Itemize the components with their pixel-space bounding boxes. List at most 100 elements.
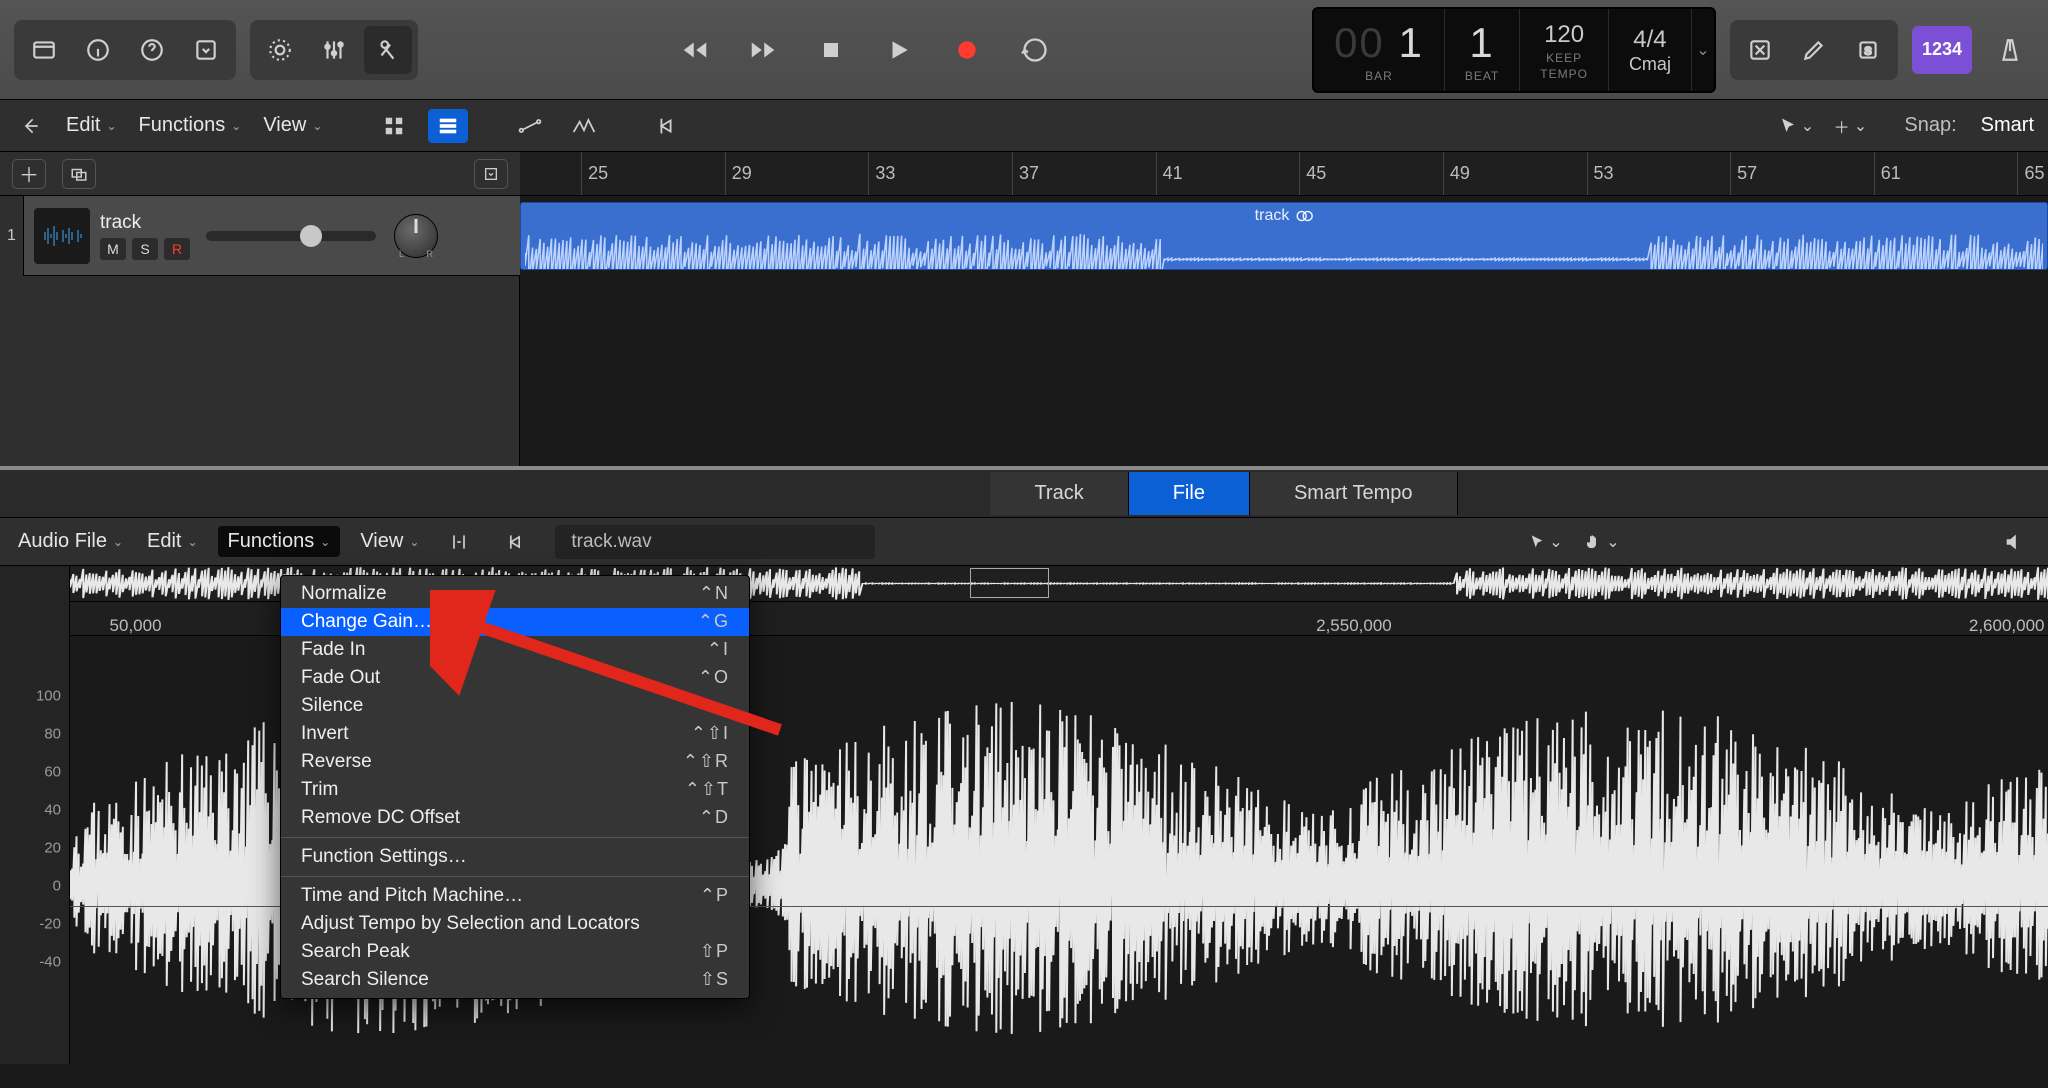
mute-button[interactable]: M [100, 238, 126, 260]
solo-button[interactable]: S [132, 238, 158, 260]
svg-text:S: S [1864, 45, 1871, 57]
notepad-icon[interactable] [1790, 26, 1838, 74]
arr-menu-view[interactable]: View⌄ [259, 110, 326, 141]
track-index: 1 [0, 196, 24, 276]
ruler-tick: 37 [1012, 152, 1039, 195]
smart-controls-group [250, 20, 418, 80]
overview-selection[interactable] [970, 568, 1049, 598]
sample-tick: 2,600,000 [1969, 602, 2045, 635]
master-meter-badge[interactable]: 1234 [1912, 26, 1972, 74]
transport-controls [666, 21, 1064, 79]
loop-browser-icon[interactable]: S [1844, 26, 1892, 74]
menu-item-time-and-pitch-machine[interactable]: Time and Pitch Machine…⌃P [281, 882, 749, 910]
ed-link-icon[interactable] [495, 525, 535, 559]
track-header[interactable]: track M S R LR [24, 196, 520, 276]
menu-item-adjust-tempo-by-selection-and-locators[interactable]: Adjust Tempo by Selection and Locators [281, 910, 749, 938]
list-editors-icon[interactable] [1736, 26, 1784, 74]
info-icon[interactable] [74, 26, 122, 74]
arr-menu-edit[interactable]: Edit⌄ [62, 110, 121, 141]
menu-item-trim[interactable]: Trim⌃⇧T [281, 776, 749, 804]
bar-ruler[interactable]: 2529333741454953576165 [520, 152, 2048, 195]
sample-tick: 50,000 [110, 602, 162, 635]
pan-knob[interactable]: LR [394, 214, 438, 258]
ed-menu-audiofile[interactable]: Audio File⌄ [14, 526, 127, 557]
lcd-sig: 4/4 [1629, 26, 1671, 54]
functions-context-menu: Normalize⌃NChange Gain…⌃GFade In⌃IFade O… [280, 575, 750, 999]
menu-item-function-settings[interactable]: Function Settings… [281, 843, 749, 871]
top-toolbar: 00 1BAR 1BEAT 120KEEPTEMPO 4/4Cmaj ⌄ S 1… [0, 0, 2048, 100]
menu-item-change-gain[interactable]: Change Gain…⌃G [281, 608, 749, 636]
mixer-icon[interactable] [310, 26, 358, 74]
forward-button[interactable] [734, 21, 792, 79]
ed-menu-view[interactable]: View⌄ [356, 526, 423, 557]
menu-item-remove-dc-offset[interactable]: Remove DC Offset⌃D [281, 804, 749, 832]
back-icon[interactable] [14, 109, 48, 143]
toolbar-dropdown-icon[interactable] [182, 26, 230, 74]
help-icon[interactable] [128, 26, 176, 74]
amplitude-gutter: 100806040200-20-40 [0, 566, 70, 1064]
add-tool-icon[interactable]: ＋⌄ [1830, 109, 1870, 143]
editor-tab-file[interactable]: File [1129, 472, 1250, 515]
menu-item-silence[interactable]: Silence [281, 692, 749, 720]
lcd-key: Cmaj [1629, 54, 1671, 75]
add-track-button[interactable]: ＋ [12, 159, 46, 189]
cycle-button[interactable] [1006, 21, 1064, 79]
ed-speaker-icon[interactable] [1994, 525, 2034, 559]
gutter-label: 20 [44, 840, 61, 857]
flex-icon[interactable] [564, 109, 604, 143]
catch-icon[interactable] [646, 109, 686, 143]
automation-icon[interactable] [510, 109, 550, 143]
rewind-button[interactable] [666, 21, 724, 79]
arrange-empty-area[interactable] [0, 276, 2048, 466]
editor-menu-bar: Audio File⌄ Edit⌄ Functions⌄ View⌄ track… [0, 518, 2048, 566]
track-region-area[interactable]: track [520, 196, 2048, 276]
menu-item-search-silence[interactable]: Search Silence⇧S [281, 966, 749, 994]
lcd-tempo-label: TEMPO [1540, 67, 1588, 81]
editors-icon[interactable] [364, 26, 412, 74]
volume-slider[interactable] [206, 231, 376, 241]
duplicate-track-button[interactable] [62, 159, 96, 189]
menu-item-search-peak[interactable]: Search Peak⇧P [281, 938, 749, 966]
snap-label: Snap: [1904, 114, 1956, 137]
stop-button[interactable] [802, 21, 860, 79]
region-waveform [525, 229, 2043, 270]
metronome-icon[interactable] [1986, 26, 2034, 74]
menu-item-invert[interactable]: Invert⌃⇧I [281, 720, 749, 748]
lcd-bar: 1 [1398, 19, 1423, 66]
global-tracks-button[interactable] [474, 159, 508, 189]
ed-menu-edit[interactable]: Edit⌄ [143, 526, 202, 557]
audio-region[interactable]: track [520, 202, 2048, 270]
lcd-chevron-icon[interactable]: ⌄ [1692, 9, 1714, 91]
gutter-label: 60 [44, 764, 61, 781]
ed-menu-functions[interactable]: Functions⌄ [218, 526, 341, 557]
menu-item-reverse[interactable]: Reverse⌃⇧R [281, 748, 749, 776]
lcd-display[interactable]: 00 1BAR 1BEAT 120KEEPTEMPO 4/4Cmaj ⌄ [1312, 7, 1716, 93]
record-button[interactable] [938, 21, 996, 79]
snap-value[interactable]: Smart [1981, 114, 2034, 137]
library-icon[interactable] [20, 26, 68, 74]
grid-view-icon[interactable] [374, 109, 414, 143]
editor-filename: track.wav [555, 525, 875, 559]
track-header-row: ＋ 2529333741454953576165 [0, 152, 2048, 196]
editor-tab-track[interactable]: Track [990, 472, 1128, 515]
gutter-label: -20 [39, 916, 61, 933]
ed-hand-tool-icon[interactable]: ⌄ [1582, 525, 1622, 559]
pointer-tool-icon[interactable]: ⌄ [1776, 109, 1816, 143]
gutter-label: 40 [44, 802, 61, 819]
editor-tab-smart-tempo[interactable]: Smart Tempo [1250, 472, 1458, 515]
ruler-tick: 33 [868, 152, 895, 195]
menu-item-fade-in[interactable]: Fade In⌃I [281, 636, 749, 664]
menu-item-normalize[interactable]: Normalize⌃N [281, 580, 749, 608]
list-view-icon[interactable] [428, 109, 468, 143]
record-enable-button[interactable]: R [164, 238, 190, 260]
arr-menu-functions[interactable]: Functions⌄ [135, 110, 246, 141]
left-tool-group [14, 20, 236, 80]
menu-item-fade-out[interactable]: Fade Out⌃O [281, 664, 749, 692]
smart-controls-icon[interactable] [256, 26, 304, 74]
play-button[interactable] [870, 21, 928, 79]
ed-pointer-tool-icon[interactable]: ⌄ [1526, 525, 1566, 559]
ruler-tick: 49 [1443, 152, 1470, 195]
region-name: track [1255, 207, 1290, 225]
track-name[interactable]: track [100, 212, 190, 234]
ed-catch-icon[interactable] [439, 525, 479, 559]
